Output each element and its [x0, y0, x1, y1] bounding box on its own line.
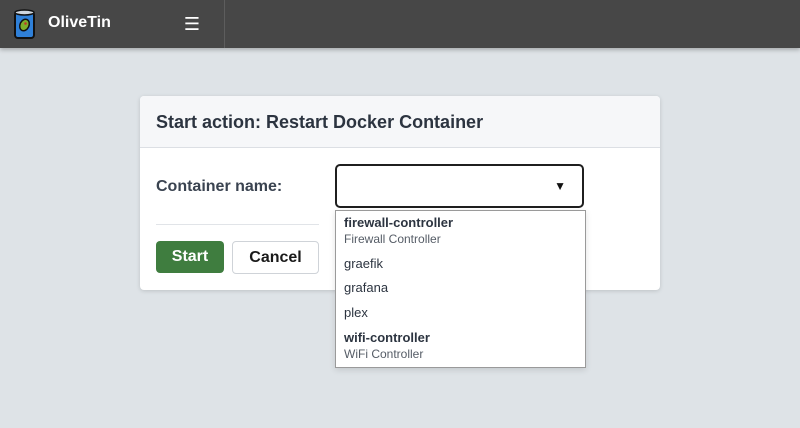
button-divider [156, 224, 319, 225]
dialog-title: Start action: Restart Docker Container [156, 112, 484, 132]
container-options-list: firewall-controller Firewall Controller … [335, 210, 586, 368]
olivetin-logo-icon [14, 9, 35, 39]
option-name: firewall-controller [344, 215, 454, 230]
dialog-header: Start action: Restart Docker Container [140, 96, 660, 148]
option-wifi-controller[interactable]: wifi-controller WiFi Controller [344, 330, 430, 362]
option-name: graefik [344, 256, 384, 271]
container-name-label: Container name: [156, 178, 283, 195]
option-plex[interactable]: plex [344, 305, 368, 321]
option-graefik[interactable]: graefik [344, 256, 383, 272]
option-description: Firewall Controller [344, 232, 441, 246]
option-name: wifi-controller [344, 330, 430, 345]
option-description: WiFi Controller [344, 347, 424, 361]
dropdown-arrow-icon: ▼ [554, 179, 566, 193]
option-name: plex [344, 305, 368, 320]
hamburger-menu-icon[interactable]: ☰ [178, 11, 206, 37]
option-grafana[interactable]: grafana [344, 280, 388, 296]
start-button[interactable]: Start [156, 241, 224, 273]
cancel-button[interactable]: Cancel [232, 241, 319, 274]
topbar-divider [224, 0, 225, 48]
container-name-select[interactable]: ▼ [335, 164, 584, 208]
option-firewall-controller[interactable]: firewall-controller Firewall Controller [344, 215, 453, 247]
top-navigation-bar: OliveTin ☰ [0, 0, 800, 48]
app-title: OliveTin [48, 14, 111, 31]
option-name: grafana [344, 280, 389, 295]
